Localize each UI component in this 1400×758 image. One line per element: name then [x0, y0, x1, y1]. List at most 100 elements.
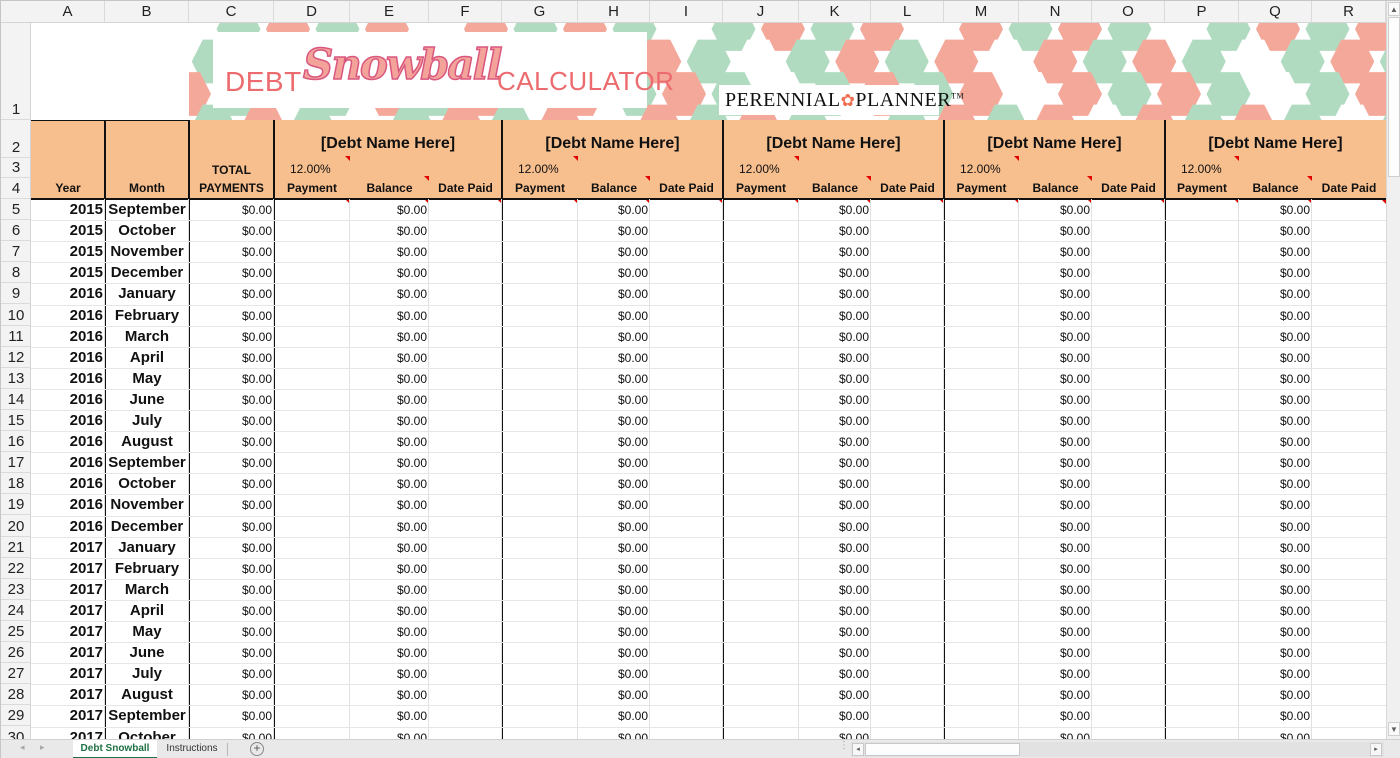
column-header-r[interactable]: R — [1312, 1, 1386, 23]
month-cell[interactable]: October — [105, 475, 189, 492]
total-payments-cell[interactable]: $0.00 — [189, 520, 272, 534]
balance-cell-debt-3[interactable]: $0.00 — [799, 330, 869, 344]
comment-indicator-icon[interactable] — [1014, 156, 1019, 161]
total-payments-cell[interactable]: $0.00 — [189, 667, 272, 681]
column-header-f[interactable]: F — [429, 1, 502, 23]
total-payments-cell[interactable]: $0.00 — [189, 435, 272, 449]
month-cell[interactable]: November — [105, 496, 189, 513]
balance-cell-debt-4[interactable]: $0.00 — [1019, 541, 1090, 555]
balance-cell-debt-2[interactable]: $0.00 — [578, 224, 648, 238]
month-cell[interactable]: August — [105, 433, 189, 450]
month-cell[interactable]: September — [105, 454, 189, 471]
debt-name-field-2[interactable]: [Debt Name Here] — [502, 135, 723, 153]
balance-cell-debt-2[interactable]: $0.00 — [578, 520, 648, 534]
balance-cell-debt-5[interactable]: $0.00 — [1239, 414, 1310, 428]
total-payments-cell[interactable]: $0.00 — [189, 203, 272, 217]
row-header-28[interactable]: 28 — [1, 684, 30, 706]
total-payments-cell[interactable]: $0.00 — [189, 731, 272, 740]
balance-cell-debt-2[interactable]: $0.00 — [578, 266, 648, 280]
balance-cell-debt-5[interactable]: $0.00 — [1239, 477, 1310, 491]
total-payments-cell[interactable]: $0.00 — [189, 456, 272, 470]
column-header-o[interactable]: O — [1092, 1, 1165, 23]
balance-cell-debt-4[interactable]: $0.00 — [1019, 731, 1090, 740]
balance-cell-debt-4[interactable]: $0.00 — [1019, 414, 1090, 428]
balance-cell-debt-5[interactable]: $0.00 — [1239, 372, 1310, 386]
column-header-a[interactable]: A — [31, 1, 105, 23]
row-header-7[interactable]: 7 — [1, 241, 30, 263]
balance-cell-debt-2[interactable]: $0.00 — [578, 372, 648, 386]
year-cell[interactable]: 2017 — [31, 665, 103, 682]
balance-cell-debt-2[interactable]: $0.00 — [578, 498, 648, 512]
add-sheet-icon[interactable]: + — [250, 742, 264, 756]
balance-cell-debt-3[interactable]: $0.00 — [799, 709, 869, 723]
balance-cell-debt-4[interactable]: $0.00 — [1019, 393, 1090, 407]
balance-cell-debt-2[interactable]: $0.00 — [578, 287, 648, 301]
column-header-k[interactable]: K — [799, 1, 871, 23]
balance-cell-debt-2[interactable]: $0.00 — [578, 731, 648, 740]
balance-cell-debt-2[interactable]: $0.00 — [578, 541, 648, 555]
row-header-1[interactable]: 1 — [1, 23, 30, 120]
balance-cell-debt-5[interactable]: $0.00 — [1239, 245, 1310, 259]
balance-cell-debt-3[interactable]: $0.00 — [799, 731, 869, 740]
prev-sheet-icon[interactable]: ◂ — [20, 742, 25, 753]
tab-instructions[interactable]: Instructions — [159, 740, 225, 758]
scroll-up-icon[interactable]: ▲ — [1388, 2, 1400, 16]
scroll-down-icon[interactable]: ▼ — [1388, 722, 1400, 736]
year-cell[interactable]: 2016 — [31, 328, 103, 345]
row-header-12[interactable]: 12 — [1, 347, 30, 368]
column-header-n[interactable]: N — [1019, 1, 1092, 23]
balance-cell-debt-3[interactable]: $0.00 — [799, 688, 869, 702]
total-payments-cell[interactable]: $0.00 — [189, 604, 272, 618]
balance-cell-debt-3[interactable]: $0.00 — [799, 456, 869, 470]
row-header-27[interactable]: 27 — [1, 663, 30, 685]
interest-rate-field-3[interactable]: 12.00% — [739, 162, 780, 176]
column-header-d[interactable]: D — [274, 1, 350, 23]
comment-indicator-icon[interactable] — [1234, 156, 1239, 161]
balance-cell-debt-2[interactable]: $0.00 — [578, 351, 648, 365]
balance-cell-debt-3[interactable]: $0.00 — [799, 287, 869, 301]
total-payments-cell[interactable]: $0.00 — [189, 245, 272, 259]
month-cell[interactable]: May — [105, 370, 189, 387]
balance-cell-debt-2[interactable]: $0.00 — [578, 667, 648, 681]
total-payments-cell[interactable]: $0.00 — [189, 266, 272, 280]
balance-cell-debt-4[interactable]: $0.00 — [1019, 224, 1090, 238]
total-payments-cell[interactable]: $0.00 — [189, 309, 272, 323]
balance-cell-debt-1[interactable]: $0.00 — [350, 245, 427, 259]
balance-cell-debt-5[interactable]: $0.00 — [1239, 393, 1310, 407]
row-header-9[interactable]: 9 — [1, 283, 30, 305]
month-cell[interactable]: September — [105, 201, 189, 218]
column-header-e[interactable]: E — [350, 1, 429, 23]
balance-cell-debt-3[interactable]: $0.00 — [799, 393, 869, 407]
comment-indicator-icon[interactable] — [424, 176, 429, 181]
total-payments-cell[interactable]: $0.00 — [189, 287, 272, 301]
balance-cell-debt-5[interactable]: $0.00 — [1239, 330, 1310, 344]
row-header-18[interactable]: 18 — [1, 473, 30, 495]
balance-cell-debt-2[interactable]: $0.00 — [578, 688, 648, 702]
balance-cell-debt-2[interactable]: $0.00 — [578, 393, 648, 407]
balance-cell-debt-3[interactable]: $0.00 — [799, 245, 869, 259]
total-payments-cell[interactable]: $0.00 — [189, 414, 272, 428]
row-header-8[interactable]: 8 — [1, 262, 30, 284]
year-cell[interactable]: 2015 — [31, 264, 103, 281]
year-cell[interactable]: 2016 — [31, 285, 103, 302]
balance-cell-debt-4[interactable]: $0.00 — [1019, 709, 1090, 723]
row-header-17[interactable]: 17 — [1, 452, 30, 474]
balance-cell-debt-1[interactable]: $0.00 — [350, 224, 427, 238]
row-header-13[interactable]: 13 — [1, 368, 30, 389]
row-header-23[interactable]: 23 — [1, 579, 30, 600]
row-header-3[interactable]: 3 — [1, 158, 30, 178]
balance-cell-debt-2[interactable]: $0.00 — [578, 477, 648, 491]
balance-cell-debt-1[interactable]: $0.00 — [350, 625, 427, 639]
balance-cell-debt-3[interactable]: $0.00 — [799, 541, 869, 555]
year-cell[interactable]: 2017 — [31, 729, 103, 740]
balance-cell-debt-4[interactable]: $0.00 — [1019, 435, 1090, 449]
sheet-grid[interactable]: DEBT Snowball CALCULATOR PERENNIAL✿PLANN… — [31, 23, 1386, 739]
horizontal-scrollbar[interactable]: ◂ ▸ — [851, 742, 1384, 757]
balance-cell-debt-5[interactable]: $0.00 — [1239, 287, 1310, 301]
balance-cell-debt-1[interactable]: $0.00 — [350, 287, 427, 301]
balance-cell-debt-2[interactable]: $0.00 — [578, 604, 648, 618]
balance-cell-debt-1[interactable]: $0.00 — [350, 562, 427, 576]
month-cell[interactable]: December — [105, 264, 189, 281]
balance-cell-debt-4[interactable]: $0.00 — [1019, 351, 1090, 365]
balance-cell-debt-3[interactable]: $0.00 — [799, 414, 869, 428]
